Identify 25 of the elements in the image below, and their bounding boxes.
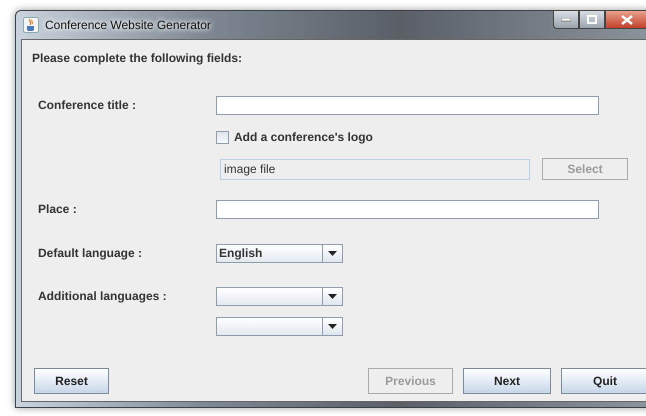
coffee-cup-icon: [23, 17, 39, 33]
dropdown-arrow-icon: [328, 250, 337, 256]
close-button[interactable]: [605, 10, 646, 29]
minimize-button[interactable]: [553, 10, 579, 29]
wizard-button[interactable]: Next: [463, 368, 551, 394]
logo-checkbox[interactable]: Add a conference's logo: [216, 130, 373, 144]
language-dropdown[interactable]: [216, 316, 343, 336]
input-field[interactable]: [216, 96, 599, 114]
field-label: Additional languages :: [37, 289, 168, 303]
dropdown-arrow-icon: [328, 294, 337, 298]
maximize-icon: [587, 15, 597, 24]
field-label: Place :: [37, 202, 78, 216]
window-title: Conference Website Generator: [45, 18, 211, 32]
wizard-button[interactable]: Quit: [561, 368, 646, 394]
language-dropdown[interactable]: [216, 286, 343, 306]
input-field[interactable]: [216, 200, 599, 218]
instructions-text: Please complete the following fields:: [32, 51, 244, 67]
wizard-button[interactable]: Reset: [34, 368, 109, 394]
dropdown-arrow-icon: [328, 324, 337, 328]
language-dropdown[interactable]: English: [216, 244, 343, 262]
close-icon: [621, 14, 633, 24]
maximize-button[interactable]: [579, 10, 605, 29]
minimize-icon: [561, 18, 571, 22]
field-label: Conference title :: [37, 98, 138, 112]
field-label: Default language :: [37, 246, 144, 260]
